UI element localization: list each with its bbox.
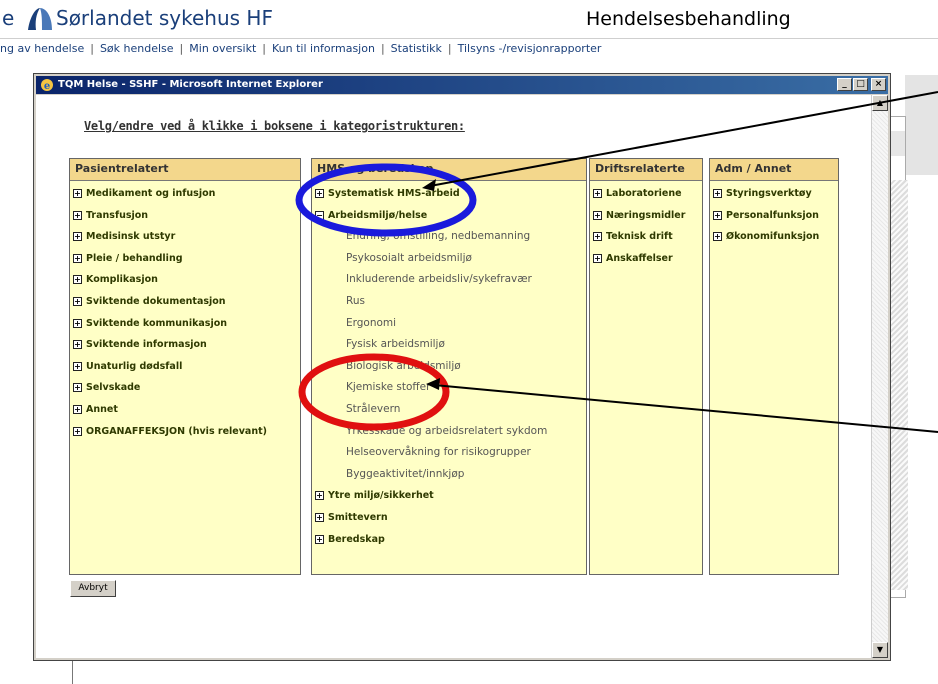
maximize-icon[interactable]: □ xyxy=(853,78,868,91)
nav-item-register[interactable]: ng av hendelse xyxy=(0,42,84,55)
expand-icon[interactable]: + xyxy=(593,210,602,220)
expand-icon[interactable]: + xyxy=(73,253,82,263)
category-item[interactable]: + Annet xyxy=(70,399,300,421)
subcategory-item[interactable]: Psykosoialt arbeidsmiljø xyxy=(312,248,586,270)
category-item[interactable]: + Beredskap xyxy=(312,529,586,551)
expand-icon[interactable]: + xyxy=(713,232,722,242)
collapse-icon[interactable]: − xyxy=(315,210,324,220)
nav-item-search[interactable]: Søk hendelse xyxy=(100,42,174,55)
category-item[interactable]: + Smittevern xyxy=(312,507,586,529)
column-header: HMS og beredskap xyxy=(312,159,586,181)
close-icon[interactable]: × xyxy=(871,78,886,91)
category-item[interactable]: + Anskaffelser xyxy=(590,248,702,270)
expand-icon[interactable]: + xyxy=(73,361,82,371)
nav-item-statistics[interactable]: Statistikk xyxy=(391,42,442,55)
subcategory-item[interactable]: Yrkesskade og arbeidsrelatert sykdom xyxy=(312,421,586,443)
expand-icon[interactable]: + xyxy=(73,404,82,414)
expand-icon[interactable]: + xyxy=(73,232,82,242)
nav-item-overview[interactable]: Min oversikt xyxy=(189,42,256,55)
background-pattern xyxy=(888,180,908,590)
expand-icon[interactable]: + xyxy=(73,383,82,393)
expand-icon[interactable]: + xyxy=(315,491,324,501)
subcategory-item[interactable]: Rus xyxy=(312,291,586,313)
nav-item-info[interactable]: Kun til informasjon xyxy=(272,42,375,55)
category-item[interactable]: + ORGANAFFEKSJON (hvis relevant) xyxy=(70,421,300,443)
instruction-text: Velg/endre ved å klikke i boksene i kate… xyxy=(84,119,465,133)
category-item[interactable]: + Systematisk HMS-arbeid xyxy=(312,183,586,205)
ie-popup-window: e TQM Helse - SSHF - Microsoft Internet … xyxy=(33,73,891,661)
subcategory-item[interactable]: Inkluderende arbeidsliv/sykefravær xyxy=(312,269,586,291)
subcategory-item[interactable]: Strålevern xyxy=(312,399,586,421)
window-content: Velg/endre ved å klikke i boksene i kate… xyxy=(36,95,888,658)
subcategory-item[interactable]: Biologisk arbeidsmiljø xyxy=(312,356,586,378)
category-item[interactable]: + Økonomifunksjon xyxy=(710,226,838,248)
expand-icon[interactable]: + xyxy=(73,189,82,198)
column-header: Adm / Annet xyxy=(710,159,838,181)
category-item[interactable]: + Ytre miljø/sikkerhet xyxy=(312,485,586,507)
category-item[interactable]: + Komplikasjon xyxy=(70,269,300,291)
expand-icon[interactable]: + xyxy=(73,275,82,285)
header-fragment: e xyxy=(2,6,15,30)
category-item[interactable]: + Styringsverktøy xyxy=(710,183,838,205)
category-item[interactable]: + Medikament og infusjon xyxy=(70,183,300,205)
category-column-operations: Driftsrelaterte + Laboratoriene + Næringsm… xyxy=(589,158,703,575)
expand-icon[interactable]: + xyxy=(73,426,82,436)
expand-icon[interactable]: + xyxy=(73,210,82,220)
subcategory-item[interactable]: Ergonomi xyxy=(312,313,586,335)
svg-text:e: e xyxy=(44,81,50,92)
expand-icon[interactable]: + xyxy=(73,318,82,328)
expand-icon[interactable]: + xyxy=(593,189,602,198)
main-nav: ng av hendelse | Søk hendelse | Min oversikt… xyxy=(0,38,938,59)
expand-icon[interactable]: + xyxy=(713,189,722,198)
background-panel xyxy=(905,75,938,175)
category-item[interactable]: + Sviktende informasjon xyxy=(70,334,300,356)
subcategory-item[interactable]: Endring, omstilling, nedbemanning xyxy=(312,226,586,248)
expand-icon[interactable]: + xyxy=(713,210,722,220)
category-item[interactable]: + Medisinsk utstyr xyxy=(70,226,300,248)
expand-icon[interactable]: + xyxy=(73,340,82,350)
category-item[interactable]: + Sviktende dokumentasjon xyxy=(70,291,300,313)
category-item[interactable]: + Laboratoriene xyxy=(590,183,702,205)
subcategory-item[interactable]: Byggeaktivitet/innkjøp xyxy=(312,464,586,486)
subcategory-item[interactable]: Helseovervåkning for risikogrupper xyxy=(312,442,586,464)
cancel-button[interactable]: Avbryt xyxy=(70,580,116,597)
expand-icon[interactable]: + xyxy=(315,189,324,198)
internet-explorer-icon: e xyxy=(41,79,53,92)
window-title: TQM Helse - SSHF - Microsoft Internet Ex… xyxy=(58,79,323,90)
expand-icon[interactable]: + xyxy=(315,534,324,544)
category-column-patient: Pasientrelatert + Medikament og infusjon … xyxy=(69,158,301,575)
expand-icon[interactable]: + xyxy=(593,232,602,242)
brand-name: Sørlandet sykehus HF xyxy=(56,6,273,30)
category-column-hms: HMS og beredskap + Systematisk HMS-arbeid… xyxy=(311,158,587,575)
column-header: Pasientrelatert xyxy=(70,159,300,181)
nav-item-reports[interactable]: Tilsyns -/revisjonrapporter xyxy=(458,42,602,55)
expand-icon[interactable]: + xyxy=(593,253,602,263)
column-header: Driftsrelaterte xyxy=(590,159,702,181)
window-titlebar[interactable]: e TQM Helse - SSHF - Microsoft Internet … xyxy=(36,76,888,94)
minimize-icon[interactable]: _ xyxy=(837,78,852,91)
category-item[interactable]: + Næringsmidler xyxy=(590,205,702,227)
category-item[interactable]: + Personalfunksjon xyxy=(710,205,838,227)
category-item[interactable]: + Teknisk drift xyxy=(590,226,702,248)
expand-icon[interactable]: + xyxy=(315,512,324,522)
category-column-admin: Adm / Annet + Styringsverktøy + Personalfu… xyxy=(709,158,839,575)
app-title: Hendelsesbehandling xyxy=(586,8,791,30)
subcategory-item[interactable]: Fysisk arbeidsmiljø xyxy=(312,334,586,356)
scroll-down-icon[interactable]: ▼ xyxy=(872,642,888,658)
category-item[interactable]: + Selvskade xyxy=(70,377,300,399)
vertical-scrollbar[interactable]: ▲ ▼ xyxy=(871,95,888,658)
category-item[interactable]: + Sviktende kommunikasjon xyxy=(70,313,300,335)
hospital-logo-icon xyxy=(28,8,52,30)
category-item[interactable]: + Unaturlig dødsfall xyxy=(70,356,300,378)
category-item[interactable]: + Transfusjon xyxy=(70,205,300,227)
scroll-up-icon[interactable]: ▲ xyxy=(872,95,888,111)
category-item[interactable]: − Arbeidsmiljø/helse xyxy=(312,205,586,227)
category-item[interactable]: + Pleie / behandling xyxy=(70,248,300,270)
subcategory-item[interactable]: Kjemiske stoffer xyxy=(312,377,586,399)
expand-icon[interactable]: + xyxy=(73,296,82,306)
